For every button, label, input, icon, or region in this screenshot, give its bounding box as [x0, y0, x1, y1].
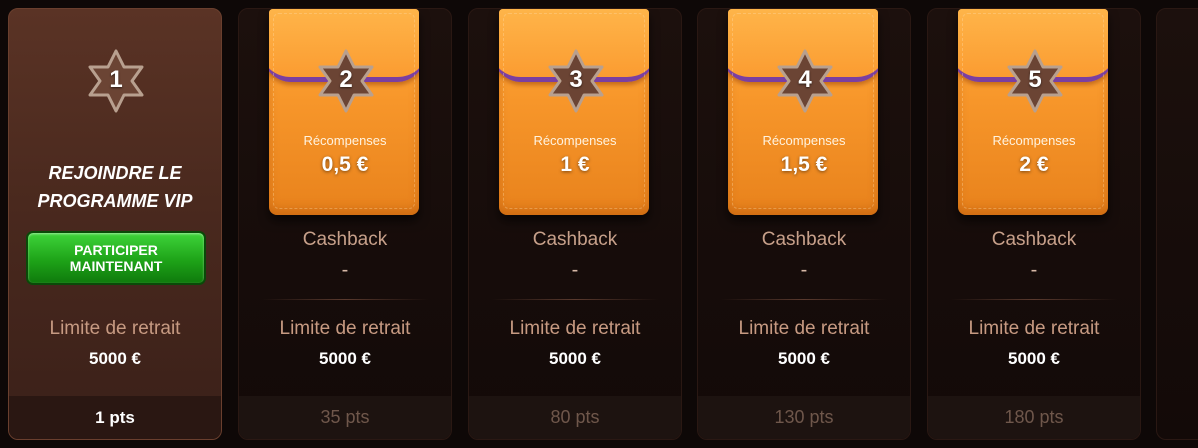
six-point-star-icon: 5	[1003, 49, 1067, 113]
withdrawal-limit-value: 5000 €	[778, 349, 830, 368]
vip-level-card-4: 4 Récompenses 1,5 € Cashback - Limite de…	[697, 8, 911, 440]
join-button-line2: MAINTENANT	[69, 258, 163, 274]
level-number: 2	[339, 66, 353, 93]
cashback-label: Cashback	[532, 229, 618, 250]
cashback-label: Cashback	[991, 229, 1077, 250]
withdrawal-limit-label: Limite de retrait	[509, 318, 641, 339]
withdrawal-limit-label: Limite de retrait	[968, 318, 1100, 339]
rewards-label: Récompenses	[992, 133, 1076, 148]
points-requirement: 1 pts	[9, 396, 221, 439]
level-number: 1	[109, 66, 123, 93]
join-now-button[interactable]: PARTICIPER MAINTENANT	[26, 231, 206, 285]
six-point-star-icon: 4	[773, 49, 837, 113]
cashback-value: -	[341, 259, 349, 281]
rewards-label: Récompenses	[303, 133, 387, 148]
points-requirement: 180 pts	[928, 396, 1140, 439]
vip-title: REJOINDRE LE PROGRAMME VIP	[9, 159, 221, 215]
vip-level-card-1: 1 REJOINDRE LE PROGRAMME VIP PARTICIPER …	[8, 8, 222, 440]
divider	[491, 299, 659, 300]
withdrawal-limit-value: 5000 €	[549, 349, 601, 368]
level-number: 3	[569, 66, 583, 93]
vip-level-card-5: 5 Récompenses 2 € Cashback - Limite de r…	[927, 8, 1141, 440]
withdrawal-limit-label: Limite de retrait	[738, 318, 870, 339]
six-point-star-icon: 3	[544, 49, 608, 113]
rewards-value: 0,5 €	[321, 153, 369, 176]
level-number: 4	[798, 66, 812, 93]
vip-level-card-2: 2 Récompenses 0,5 € Cashback - Limite de…	[238, 8, 452, 440]
six-point-star-icon: 1	[84, 49, 148, 113]
cashback-value: -	[571, 259, 579, 281]
points-requirement: 35 pts	[239, 396, 451, 439]
divider	[720, 299, 888, 300]
rewards-label: Récompenses	[533, 133, 617, 148]
vip-level-card-next-partial	[1156, 8, 1198, 440]
divider	[261, 299, 429, 300]
withdrawal-limit-label: Limite de retrait	[279, 318, 411, 339]
rewards-label: Récompenses	[762, 133, 846, 148]
vip-title-line2: PROGRAMME VIP	[37, 191, 193, 211]
cashback-label: Cashback	[302, 229, 388, 250]
divider	[950, 299, 1118, 300]
rewards-value: 2 €	[1019, 153, 1049, 176]
withdrawal-limit-value: 5000 €	[89, 349, 141, 368]
cashback-value: -	[1030, 259, 1038, 281]
join-button-line1: PARTICIPER	[74, 242, 158, 258]
withdrawal-limit-label: Limite de retrait	[49, 318, 181, 339]
vip-level-card-3: 3 Récompenses 1 € Cashback - Limite de r…	[468, 8, 682, 440]
withdrawal-limit-value: 5000 €	[1008, 349, 1060, 368]
cashback-value: -	[800, 259, 808, 281]
rewards-value: 1,5 €	[780, 153, 828, 176]
cashback-label: Cashback	[761, 229, 847, 250]
level-number: 5	[1028, 66, 1042, 93]
rewards-value: 1 €	[560, 153, 590, 176]
points-requirement: 130 pts	[698, 396, 910, 439]
withdrawal-limit-value: 5000 €	[319, 349, 371, 368]
six-point-star-icon: 2	[314, 49, 378, 113]
points-requirement: 80 pts	[469, 396, 681, 439]
vip-title-line1: REJOINDRE LE	[48, 163, 182, 183]
